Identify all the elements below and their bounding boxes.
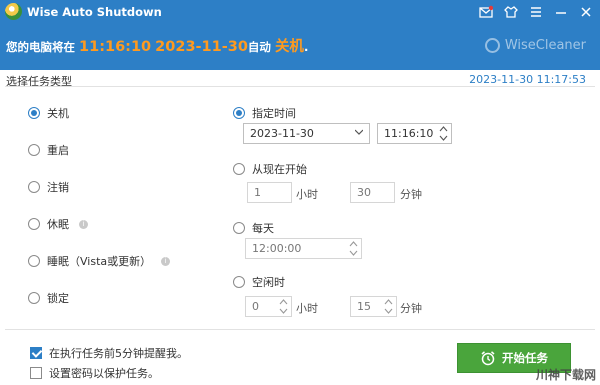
radio-specific-time[interactable]: 指定时间 [233, 105, 296, 121]
checkbox-indicator [30, 347, 42, 359]
spinner-arrows-icon[interactable] [349, 240, 358, 257]
chevron-down-icon [355, 129, 363, 135]
radio-indicator [233, 163, 245, 175]
hours-unit: 小时 [296, 188, 318, 201]
scheduled-action: 关机 [274, 39, 304, 55]
minutes-unit: 分钟 [400, 188, 422, 201]
radio-sleep[interactable]: 睡眠（Vista或更新） i [28, 253, 171, 269]
radio-from-now[interactable]: 从现在开始 [233, 161, 307, 177]
date-picker[interactable]: 2023-11-30 [243, 123, 370, 144]
idle-hours[interactable]: 0 [245, 296, 292, 317]
close-icon[interactable] [577, 3, 594, 20]
minutes-unit: 分钟 [400, 302, 422, 315]
radio-indicator [28, 107, 40, 119]
shutdown-summary: 您的电脑将在 11:16:10 2023-11-30自动 关机. [6, 39, 309, 55]
radio-idle[interactable]: 空闲时 [233, 274, 285, 290]
status-banner: 您的电脑将在 11:16:10 2023-11-30自动 关机. WiseCle… [0, 24, 600, 70]
menu-icon[interactable] [527, 3, 544, 20]
watermark-text: 川神下载网 [535, 368, 596, 382]
radio-indicator [233, 107, 245, 119]
current-time: 2023-11-30 11:17:53 [469, 73, 586, 86]
radio-daily[interactable]: 每天 [233, 220, 274, 236]
app-logo-icon [5, 3, 22, 20]
spinner-arrows-icon[interactable] [439, 125, 448, 142]
scheduled-date: 2023-11-30 [155, 39, 248, 55]
from-now-hours[interactable]: 1 [247, 182, 292, 203]
radio-indicator [28, 218, 40, 230]
info-icon[interactable]: i [161, 256, 171, 266]
radio-hibernate[interactable]: 休眠 i [28, 216, 88, 232]
radio-lock[interactable]: 锁定 [28, 290, 69, 306]
radio-shutdown[interactable]: 关机 [28, 105, 69, 121]
window-title: Wise Auto Shutdown [27, 5, 162, 19]
title-bar: Wise Auto Shutdown [0, 0, 600, 24]
radio-indicator [233, 276, 245, 288]
info-icon[interactable]: i [79, 219, 88, 229]
scheduled-time: 11:16:10 [79, 39, 152, 55]
radio-indicator [28, 255, 40, 267]
shirt-icon[interactable] [502, 3, 519, 20]
radio-logoff[interactable]: 注销 [28, 179, 69, 195]
idle-minutes[interactable]: 15 [350, 296, 397, 317]
alarm-clock-icon [481, 351, 495, 366]
remind-checkbox[interactable]: 在执行任务前5分钟提醒我。 [30, 345, 188, 361]
radio-restart[interactable]: 重启 [28, 142, 69, 158]
time-field-daily[interactable]: 12:00:00 [245, 238, 362, 259]
password-checkbox[interactable]: 设置密码以保护任务。 [30, 365, 159, 381]
radio-indicator [28, 144, 40, 156]
radio-indicator [28, 292, 40, 304]
spinner-arrows-icon[interactable] [384, 298, 393, 315]
hours-unit: 小时 [296, 302, 318, 315]
minimize-icon[interactable] [552, 3, 569, 20]
radio-indicator [233, 222, 245, 234]
from-now-minutes[interactable]: 30 [350, 182, 395, 203]
mail-icon[interactable] [477, 3, 494, 20]
wisecleaner-icon [484, 38, 500, 53]
checkbox-indicator [30, 367, 42, 379]
time-field-specific[interactable]: 11:16:10 [377, 123, 452, 144]
radio-indicator [28, 181, 40, 193]
spinner-arrows-icon[interactable] [279, 298, 288, 315]
wisecleaner-logo: WiseCleaner [484, 38, 586, 53]
